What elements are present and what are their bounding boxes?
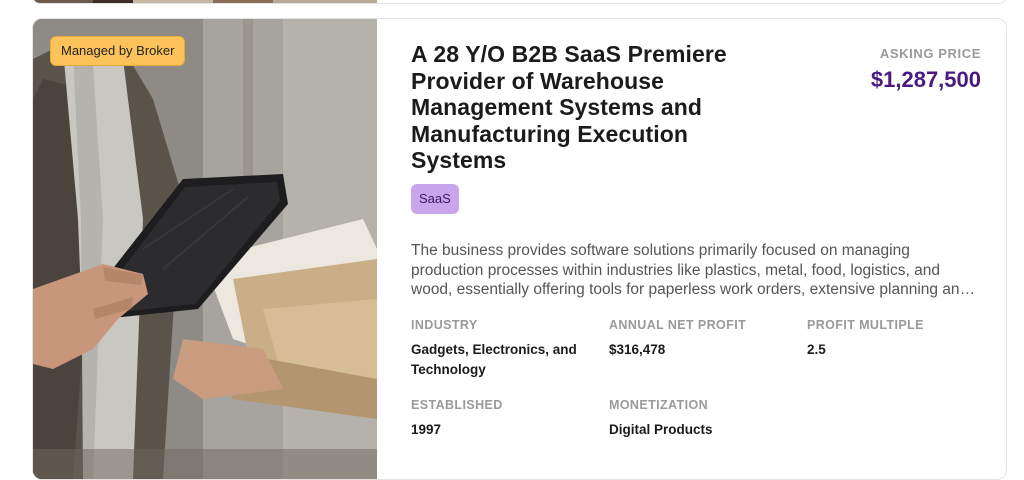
stat-value: 1997 [411, 422, 442, 437]
listing-card[interactable]: Managed by Broker A 28 Y/O B2B SaaS Prem… [32, 18, 1007, 480]
listing-description: The business provides software solutions… [411, 242, 969, 298]
asking-price-label: ASKING PRICE [879, 46, 981, 61]
listing-title[interactable]: A 28 Y/O B2B SaaS Premiere Provider of W… [411, 41, 771, 174]
managed-by-broker-badge: Managed by Broker [50, 36, 186, 66]
stat-established: ESTABLISHED 1997 [411, 398, 591, 440]
stat-value: Gadgets, Electronics, and Technology [411, 342, 577, 377]
stat-value: $316,478 [609, 342, 666, 357]
previous-listing-image [33, 0, 377, 3]
stat-label: INDUSTRY [411, 318, 478, 332]
stat-label: ESTABLISHED [411, 398, 503, 412]
previous-listing-card[interactable] [32, 0, 1007, 4]
asking-price: $1,287,500 [870, 67, 981, 92]
stat-label: PROFIT MULTIPLE [807, 318, 924, 332]
stat-industry: INDUSTRY Gadgets, Electronics, and Techn… [411, 318, 591, 380]
listing-image: Managed by Broker [33, 19, 377, 479]
tablet-photo [33, 19, 377, 479]
stat-monetization: MONETIZATION Digital Products [609, 398, 789, 440]
stat-profit-multiple: PROFIT MULTIPLE 2.5 [807, 318, 987, 360]
stat-value: Digital Products [609, 422, 713, 437]
stat-label: MONETIZATION [609, 398, 709, 412]
stat-annual-net-profit: ANNUAL NET PROFIT $316,478 [609, 318, 789, 360]
stat-label: ANNUAL NET PROFIT [609, 318, 747, 332]
category-tag[interactable]: SaaS [411, 184, 459, 214]
stat-value: 2.5 [807, 342, 826, 357]
listing-content: A 28 Y/O B2B SaaS Premiere Provider of W… [411, 19, 1006, 479]
